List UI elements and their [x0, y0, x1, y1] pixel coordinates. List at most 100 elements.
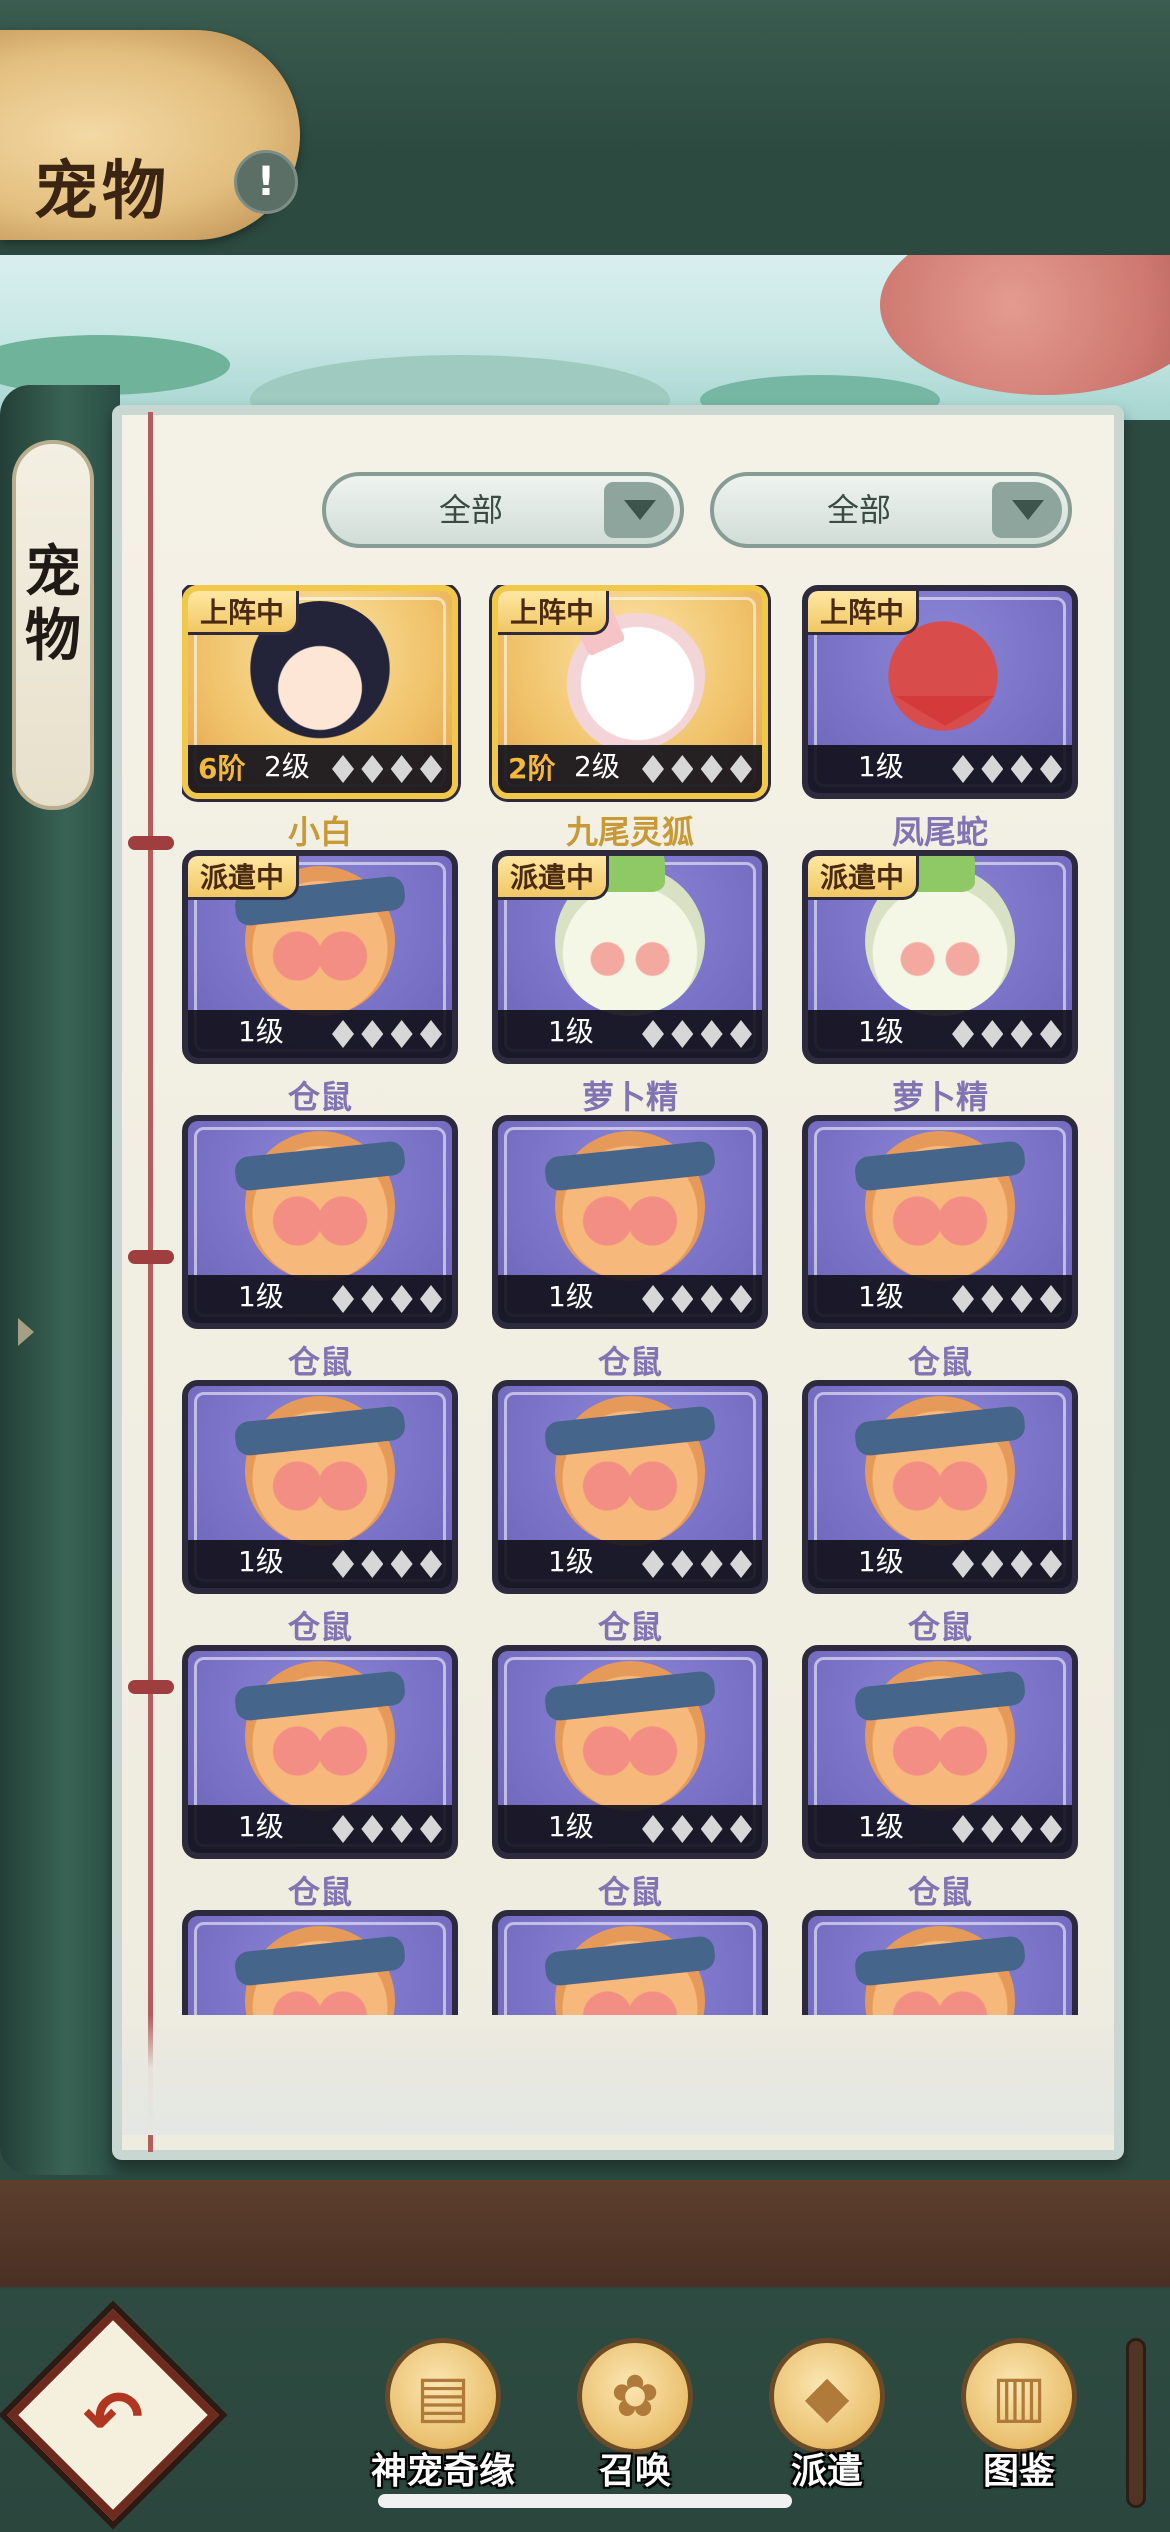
level-label: 1级: [548, 1810, 594, 1843]
nav-codex-button[interactable]: ▥ 图鉴: [934, 2338, 1104, 2518]
pet-portrait[interactable]: [492, 1910, 768, 2015]
pet-name: 凤尾蛇: [891, 813, 988, 851]
hamster-pet-art: [245, 1660, 395, 1811]
diamond-icon: [1039, 1550, 1062, 1578]
diamond-icon: [332, 1815, 354, 1843]
pet-portrait[interactable]: 派遣中 1级: [492, 850, 768, 1064]
nav-dispatch-button[interactable]: ◆ 派遣: [742, 2338, 912, 2518]
pet-portrait[interactable]: 1级: [802, 1380, 1078, 1594]
pet-name: 仓鼠: [907, 1343, 972, 1381]
star-diamonds: [332, 1815, 442, 1843]
diamond-icon: [729, 755, 752, 783]
chevron-down-icon[interactable]: [604, 482, 674, 538]
scroll-icon: ▥: [961, 2338, 1077, 2454]
diamond-icon: [952, 1285, 974, 1313]
pet-portrait[interactable]: 1级: [802, 1115, 1078, 1329]
pet-card[interactable]: 上阵中 1级凤尾蛇: [802, 585, 1078, 851]
pet-card[interactable]: 上阵中 6阶 2级 小白: [182, 585, 458, 851]
binding-ring: [128, 1250, 174, 1264]
pet-card[interactable]: 1级 仓鼠: [182, 1645, 458, 1911]
level-label: 1级: [858, 1015, 904, 1048]
nav-summon-button[interactable]: ✿ 召唤: [550, 2338, 720, 2518]
level-bar: 1级: [808, 745, 1072, 793]
pet-card[interactable]: [182, 1910, 458, 2015]
diamond-icon: [671, 1020, 694, 1048]
level-label: 1级: [548, 1015, 594, 1048]
pet-portrait[interactable]: 1级: [182, 1645, 458, 1859]
diamond-icon: [332, 1020, 354, 1048]
pet-portrait[interactable]: 上阵中 6阶 2级: [182, 585, 458, 799]
pet-portrait[interactable]: 1级: [492, 1115, 768, 1329]
pet-card[interactable]: 派遣中 1级 萝卜精: [492, 850, 768, 1116]
diamond-icon: [390, 755, 413, 783]
star-diamonds: [952, 755, 1062, 783]
pet-portrait[interactable]: 1级: [492, 1380, 768, 1594]
level-bar: 1级: [498, 1010, 762, 1058]
pet-card[interactable]: [802, 1910, 1078, 2015]
diamond-icon: [332, 755, 354, 783]
pet-card[interactable]: 1级 仓鼠: [492, 1115, 768, 1381]
pet-card[interactable]: 派遣中 1级 仓鼠: [182, 850, 458, 1116]
diamond-icon: [361, 1285, 384, 1313]
filter-dropdown-2[interactable]: 全部: [710, 472, 1072, 548]
diamond-icon: [981, 1815, 1004, 1843]
star-diamonds: [332, 1550, 442, 1578]
pet-card[interactable]: 1级 仓鼠: [182, 1380, 458, 1646]
chest-icon: ▤: [385, 2338, 501, 2454]
diamond-icon: [700, 1550, 723, 1578]
pet-card[interactable]: 1级仓鼠: [802, 1115, 1078, 1381]
pet-card[interactable]: 1级 仓鼠: [802, 1380, 1078, 1646]
rank-label: 6阶: [198, 752, 246, 785]
pet-card[interactable]: 1级 仓鼠: [492, 1380, 768, 1646]
pet-card[interactable]: 1级 仓鼠: [492, 1645, 768, 1911]
level-bar: 1级: [808, 1805, 1072, 1853]
pet-portrait[interactable]: 上阵中 2阶 2级: [492, 585, 768, 799]
pet-portrait[interactable]: 1级: [182, 1380, 458, 1594]
diamond-icon: [361, 1815, 384, 1843]
return-arrow-icon[interactable]: ↶: [64, 2368, 162, 2466]
level-label: 1级: [238, 1810, 284, 1843]
nav-label: 图鉴: [982, 2451, 1055, 2492]
filter-dropdown-1[interactable]: 全部: [322, 472, 684, 548]
diamond-icon: [390, 1550, 413, 1578]
pet-portrait[interactable]: 派遣中 1级: [182, 850, 458, 1064]
pet-card[interactable]: 派遣中 1级萝卜精: [802, 850, 1078, 1116]
side-handle[interactable]: [1126, 2338, 1146, 2508]
page-bottom-fade: [122, 2015, 1114, 2135]
pet-portrait[interactable]: [182, 1910, 458, 2015]
expand-arrow-icon[interactable]: [18, 1318, 34, 1346]
hamster-pet-art: [245, 1395, 395, 1546]
pet-portrait[interactable]: 1级: [802, 1645, 1078, 1859]
pet-card[interactable]: 1级 仓鼠: [182, 1115, 458, 1381]
diamond-icon: [361, 1550, 384, 1578]
nav-divine-pet-button[interactable]: ▤ 神宠奇缘: [358, 2338, 528, 2518]
home-indicator[interactable]: [378, 2494, 792, 2508]
pet-card[interactable]: 上阵中 2阶 2级 九尾灵狐: [492, 585, 768, 851]
pet-name: 萝卜精: [891, 1078, 988, 1116]
diamond-icon: [390, 1285, 413, 1313]
status-badge: 派遣中: [808, 856, 920, 900]
diamond-icon: [1039, 755, 1062, 783]
pet-portrait[interactable]: [802, 1910, 1078, 2015]
diamond-icon: [419, 1285, 442, 1313]
star-diamonds: [642, 1815, 752, 1843]
info-button[interactable]: !: [234, 150, 298, 214]
level-label: 1级: [858, 750, 904, 783]
status-badge: 派遣中: [498, 856, 610, 900]
pet-portrait[interactable]: 1级: [182, 1115, 458, 1329]
diamond-icon: [952, 755, 974, 783]
page-margin-line: [148, 412, 153, 2152]
pet-card[interactable]: 1级 仓鼠: [802, 1645, 1078, 1911]
chevron-down-icon[interactable]: [992, 482, 1062, 538]
level-label: 1级: [548, 1280, 594, 1313]
pet-portrait[interactable]: 派遣中 1级: [802, 850, 1078, 1064]
pet-portrait[interactable]: 上阵中 1级: [802, 585, 1078, 799]
level-label: 1级: [238, 1545, 284, 1578]
level-bar: 6阶 2级: [188, 745, 452, 793]
status-badge: 上阵中: [188, 591, 300, 635]
diamond-icon: [361, 1020, 384, 1048]
rank-label: 2阶: [508, 752, 556, 785]
diamond-icon: [981, 1550, 1004, 1578]
pet-portrait[interactable]: 1级: [492, 1645, 768, 1859]
pet-card[interactable]: [492, 1910, 768, 2015]
